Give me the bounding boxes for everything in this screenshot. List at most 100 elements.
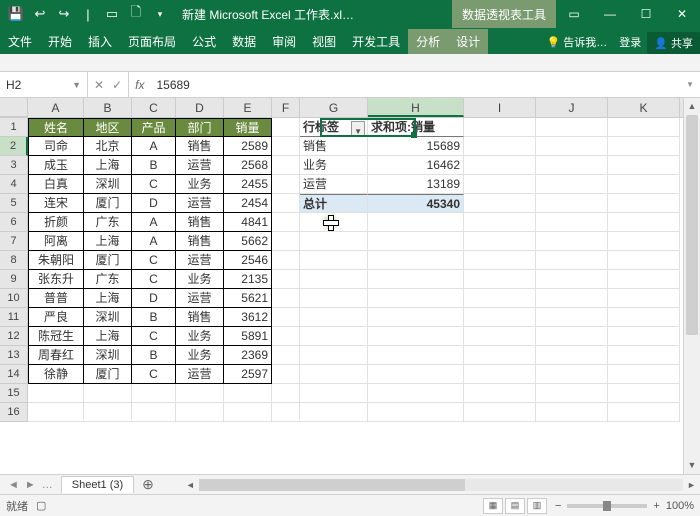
row-header-10[interactable]: 10	[0, 289, 28, 308]
cell[interactable]: 5662	[224, 232, 272, 251]
row-header-3[interactable]: 3	[0, 156, 28, 175]
cell[interactable]: 2369	[224, 346, 272, 365]
cell[interactable]: D	[132, 194, 176, 213]
cell[interactable]	[464, 251, 536, 270]
close-icon[interactable]: ✕	[664, 0, 700, 28]
cell[interactable]	[464, 403, 536, 422]
row-header-5[interactable]: 5	[0, 194, 28, 213]
cell[interactable]: 北京	[84, 137, 132, 156]
cell[interactable]: 严良	[28, 308, 84, 327]
cell[interactable]: 总计	[300, 194, 368, 213]
cell[interactable]	[536, 346, 608, 365]
zoom-slider[interactable]	[567, 504, 647, 508]
tab-file[interactable]: 文件	[0, 29, 40, 54]
cell[interactable]	[368, 327, 464, 346]
cell[interactable]: 销量	[224, 118, 272, 137]
cell[interactable]: 15689	[368, 137, 464, 156]
col-header-C[interactable]: C	[132, 98, 176, 117]
row-header-14[interactable]: 14	[0, 365, 28, 384]
cell[interactable]: 张东升	[28, 270, 84, 289]
formula-input[interactable]: 15689	[150, 78, 680, 92]
cell[interactable]	[300, 213, 368, 232]
cell[interactable]: 2597	[224, 365, 272, 384]
cell[interactable]	[272, 194, 300, 213]
cell[interactable]	[608, 403, 680, 422]
cell[interactable]: 部门	[176, 118, 224, 137]
cell[interactable]	[608, 346, 680, 365]
cell[interactable]: 司命	[28, 137, 84, 156]
row-header-11[interactable]: 11	[0, 308, 28, 327]
cell[interactable]: 阿离	[28, 232, 84, 251]
cell[interactable]	[536, 194, 608, 213]
cell[interactable]	[464, 346, 536, 365]
cell[interactable]: B	[132, 308, 176, 327]
cell[interactable]: 求和项:销量	[368, 118, 464, 137]
redo-icon[interactable]: ↪	[54, 4, 74, 24]
login-button[interactable]: 登录	[613, 30, 647, 54]
cell[interactable]: 徐静	[28, 365, 84, 384]
row-header-9[interactable]: 9	[0, 270, 28, 289]
ribbon-collapsed-area[interactable]	[0, 54, 700, 72]
cell[interactable]	[300, 403, 368, 422]
hscroll-thumb[interactable]	[199, 479, 465, 491]
scroll-up-icon[interactable]: ▲	[684, 98, 700, 115]
cell[interactable]	[300, 365, 368, 384]
cell[interactable]: 5891	[224, 327, 272, 346]
cell[interactable]: B	[132, 346, 176, 365]
row-header-4[interactable]: 4	[0, 175, 28, 194]
cell[interactable]	[272, 365, 300, 384]
cell[interactable]	[368, 289, 464, 308]
cell[interactable]: C	[132, 327, 176, 346]
tab-analyze[interactable]: 分析	[408, 29, 448, 54]
share-button[interactable]: 👤共享	[647, 32, 700, 54]
col-header-E[interactable]: E	[224, 98, 272, 117]
col-header-D[interactable]: D	[176, 98, 224, 117]
row-header-6[interactable]: 6	[0, 213, 28, 232]
col-header-A[interactable]: A	[28, 98, 84, 117]
col-header-I[interactable]: I	[464, 98, 536, 117]
cell[interactable]	[272, 289, 300, 308]
cell[interactable]	[28, 403, 84, 422]
cell[interactable]: C	[132, 270, 176, 289]
cell[interactable]	[84, 384, 132, 403]
cell[interactable]: 折颜	[28, 213, 84, 232]
chevron-down-icon[interactable]: ▼	[72, 80, 81, 90]
cell[interactable]: 成玉	[28, 156, 84, 175]
col-header-H[interactable]: H	[368, 98, 464, 117]
cell[interactable]	[272, 403, 300, 422]
fx-icon[interactable]: fx	[129, 78, 150, 92]
cell[interactable]: 深圳	[84, 308, 132, 327]
row-header-15[interactable]: 15	[0, 384, 28, 403]
cell[interactable]	[608, 308, 680, 327]
cell[interactable]	[536, 213, 608, 232]
scroll-right-icon[interactable]: ►	[683, 480, 700, 490]
cell[interactable]	[536, 137, 608, 156]
cell[interactable]: 销售	[176, 232, 224, 251]
macro-record-icon[interactable]: ▢	[36, 499, 46, 512]
row-header-2[interactable]: 2	[0, 137, 28, 156]
select-all-triangle[interactable]	[0, 98, 28, 117]
save-icon[interactable]: 💾	[6, 4, 26, 24]
cell[interactable]	[464, 194, 536, 213]
cell[interactable]: 广东	[84, 270, 132, 289]
print-preview-icon[interactable]: 🗋	[126, 4, 146, 24]
cell[interactable]	[272, 118, 300, 137]
cell[interactable]: 厦门	[84, 251, 132, 270]
cell[interactable]: 2135	[224, 270, 272, 289]
tab-insert[interactable]: 插入	[80, 29, 120, 54]
cell[interactable]	[300, 289, 368, 308]
cell[interactable]: 厦门	[84, 194, 132, 213]
cell[interactable]	[272, 232, 300, 251]
cell[interactable]: 销售	[300, 137, 368, 156]
cell[interactable]	[272, 213, 300, 232]
cell[interactable]: 13189	[368, 175, 464, 194]
cell[interactable]	[464, 175, 536, 194]
tab-data[interactable]: 数据	[224, 29, 264, 54]
cell[interactable]: 运营	[300, 175, 368, 194]
formula-expand-icon[interactable]: ▾	[680, 79, 700, 90]
col-header-K[interactable]: K	[608, 98, 680, 117]
cell[interactable]	[464, 232, 536, 251]
cell[interactable]	[28, 384, 84, 403]
row-header-1[interactable]: 1	[0, 118, 28, 137]
cell[interactable]: 地区	[84, 118, 132, 137]
